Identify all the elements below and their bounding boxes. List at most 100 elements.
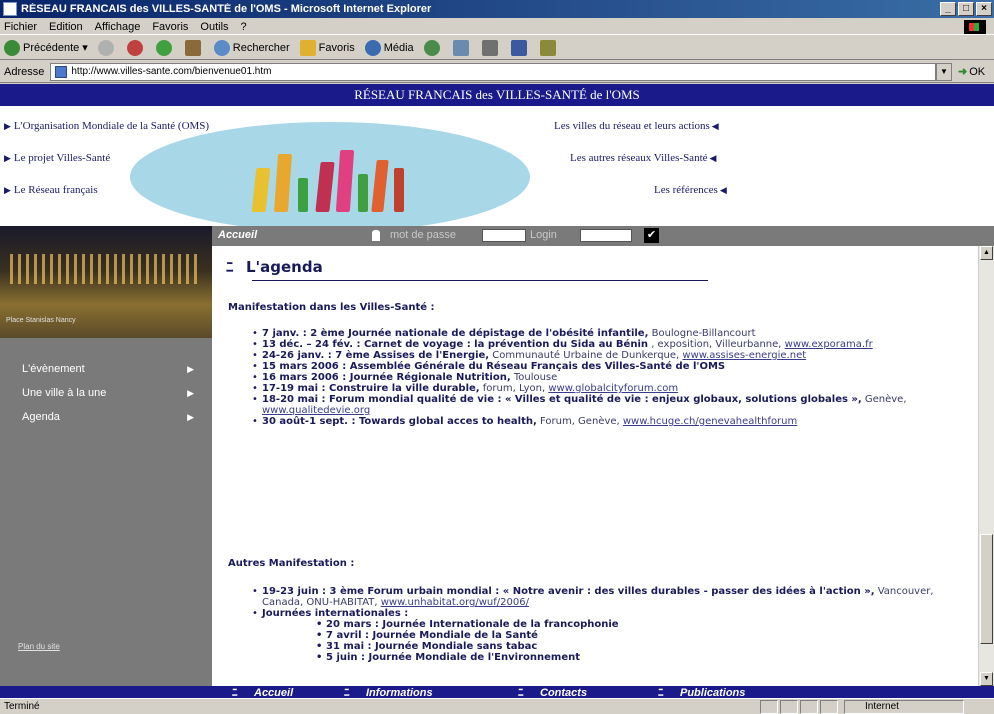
refresh-button[interactable] (155, 39, 175, 56)
event-details: Genève, (861, 394, 907, 405)
edit-button[interactable] (510, 39, 530, 56)
event-details: Toulouse (510, 372, 558, 383)
windows-logo-icon (964, 20, 986, 34)
nav-reseau[interactable]: ▶ Le Réseau français (2, 184, 98, 196)
footer-bullet-icon: ﾆ (232, 687, 238, 698)
plan-du-site-link[interactable]: Plan du site (18, 642, 60, 651)
event-title: 16 mars 2006 : Journée Régionale Nutriti… (262, 372, 511, 383)
nav-projet[interactable]: ▶ Le projet Villes-Santé (2, 152, 110, 164)
menu-help[interactable]: ? (241, 21, 247, 33)
event-title: Journées internationales : (262, 608, 409, 619)
history-button[interactable] (423, 39, 443, 56)
footer-bullet-icon: ﾆ (658, 687, 664, 698)
home-link[interactable]: Accueil (218, 229, 257, 241)
go-button[interactable]: ➜ OK (958, 65, 994, 79)
media-icon (364, 39, 381, 56)
lock-icon (372, 230, 380, 241)
discuss-button[interactable] (539, 39, 559, 56)
site-title: RÉSEAU FRANCAIS des VILLES-SANTÉ de l'OM… (0, 84, 994, 106)
menu-affichage[interactable]: Affichage (95, 21, 141, 33)
window-title: RÉSEAU FRANCAIS des VILLES-SANTÉ de l'OM… (21, 3, 432, 15)
journee-item: 20 mars : Journée Internationale de la f… (316, 619, 952, 630)
sidebar-item-evenement[interactable]: L'évènement ▶ (0, 358, 212, 380)
nav-references[interactable]: Les références ◀ (654, 184, 730, 196)
address-bar: Adresse http://www.villes-sante.com/bien… (0, 61, 994, 83)
menu-fichier[interactable]: Fichier (4, 21, 37, 33)
vertical-scrollbar[interactable]: ▲ ▼ (978, 246, 994, 686)
login-submit-button[interactable]: ✔ (644, 228, 659, 243)
password-label: mot de passe (390, 229, 457, 241)
event-details: , exposition, Villeurbanne, (648, 339, 785, 350)
stop-button[interactable] (126, 39, 146, 56)
page-icon (55, 65, 68, 78)
scroll-down-button[interactable]: ▼ (980, 672, 993, 686)
menu-favoris[interactable]: Favoris (152, 21, 188, 33)
print-button[interactable] (481, 39, 501, 56)
footer-accueil[interactable]: Accueil (254, 686, 293, 698)
login-input[interactable] (580, 229, 632, 242)
list-item: 30 août-1 sept. : Towards global acces t… (252, 416, 952, 427)
forward-button[interactable] (97, 39, 117, 56)
chevron-right-icon: ▶ (187, 412, 194, 422)
event-title: 19-23 juin : 3 ème Forum urbain mondial … (262, 586, 875, 597)
event-details: Boulogne-Billancourt (648, 328, 756, 339)
footer-contacts[interactable]: Contacts (540, 686, 587, 698)
nav-autres-reseaux[interactable]: Les autres réseaux Villes-Santé ◀ (570, 152, 719, 164)
list-item: 18-20 mai : Forum mondial qualité de vie… (252, 394, 952, 416)
status-bar: Terminé Internet (0, 698, 994, 714)
login-label: Login (530, 229, 557, 241)
discuss-icon (539, 39, 556, 56)
minimize-button[interactable]: _ (940, 2, 956, 16)
refresh-icon (155, 39, 172, 56)
password-input[interactable] (482, 229, 526, 242)
footer-publications[interactable]: Publications (680, 686, 745, 698)
scroll-up-button[interactable]: ▲ (980, 246, 993, 260)
event-title: 7 janv. : 2 ème Journée nationale de dép… (262, 328, 649, 339)
event-link[interactable]: www.exporama.fr (785, 339, 873, 350)
page-viewport: RÉSEAU FRANCAIS des VILLES-SANTÉ de l'OM… (0, 84, 994, 698)
event-details: forum, Lyon, (479, 383, 549, 394)
event-link[interactable]: www.globalcityforum.com (548, 383, 678, 394)
history-icon (423, 39, 440, 56)
scroll-thumb[interactable] (980, 534, 993, 644)
toolbar: Précédente ▾ Rechercher Favoris Média (0, 36, 994, 60)
mail-button[interactable] (452, 39, 472, 56)
list-item: 17-19 mai : Construire la ville durable,… (252, 383, 952, 394)
event-title: 18-20 mai : Forum mondial qualité de vie… (262, 394, 862, 405)
go-arrow-icon: ➜ (958, 66, 968, 78)
sidebar-item-agenda[interactable]: Agenda ▶ (0, 406, 212, 428)
event-link[interactable]: www.unhabitat.org/wuf/2006/ (381, 597, 529, 608)
list-item: 13 déc. – 24 fév. : Carnet de voyage : l… (252, 339, 952, 350)
home-button[interactable] (184, 39, 204, 56)
footer-informations[interactable]: Informations (366, 686, 433, 698)
back-button[interactable]: Précédente ▾ (4, 39, 88, 56)
journee-item: 5 juin : Journée Mondiale de l'Environne… (316, 652, 952, 663)
event-link[interactable]: www.hcuge.ch/genevahealthforum (623, 416, 797, 427)
section-heading: Autres Manifestation : (228, 558, 355, 569)
footer-nav: ﾆ Accueil ﾆ Informations ﾆ Contacts ﾆ Pu… (0, 686, 994, 698)
list-item: 24-26 janv. : 7 ème Assises de l'Energie… (252, 350, 952, 361)
close-button[interactable]: × (976, 2, 992, 16)
footer-bullet-icon: ﾆ (344, 687, 350, 698)
media-button[interactable]: Média (364, 39, 414, 56)
event-link[interactable]: www.qualitedevie.org (262, 405, 370, 416)
ie-icon (3, 2, 17, 16)
nav-villes-actions[interactable]: Les villes du réseau et leurs actions ◀ (554, 120, 722, 132)
menu-outils[interactable]: Outils (200, 21, 228, 33)
address-dropdown[interactable]: ▼ (936, 62, 952, 81)
chevron-right-icon: ▶ (187, 388, 194, 398)
address-input[interactable]: http://www.villes-sante.com/bienvenue01.… (50, 62, 936, 81)
maximize-button[interactable]: □ (958, 2, 974, 16)
sidebar: Place Stanislas Nancy L'évènement ▶ Une v… (0, 226, 212, 686)
event-details: Communauté Urbaine de Dunkerque, (489, 350, 683, 361)
favorites-icon (299, 39, 316, 56)
sidebar-item-ville-une[interactable]: Une ville à la une ▶ (0, 382, 212, 404)
home-icon (184, 39, 201, 56)
favorites-button[interactable]: Favoris (299, 39, 355, 56)
event-link[interactable]: www.assises-energie.net (682, 350, 806, 361)
list-item: 7 janv. : 2 ème Journée nationale de dép… (252, 328, 952, 339)
menu-edition[interactable]: Edition (49, 21, 83, 33)
search-button[interactable]: Rechercher (213, 39, 290, 56)
list-item: 15 mars 2006 : Assemblée Générale du Rés… (252, 361, 952, 372)
nav-oms[interactable]: ▶ L'Organisation Mondiale de la Santé (OM… (2, 120, 209, 132)
